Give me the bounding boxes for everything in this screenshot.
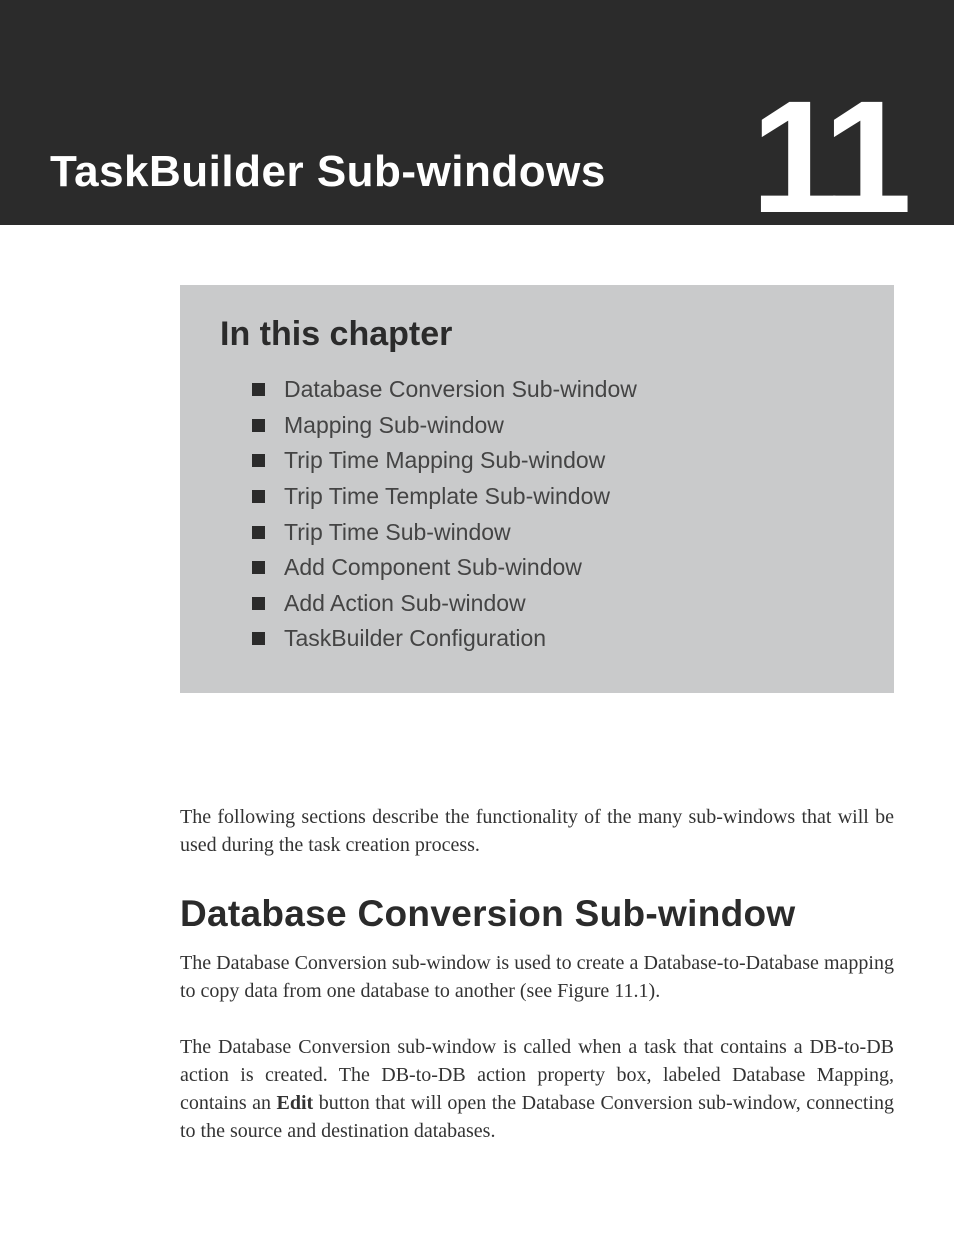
chapter-header: TaskBuilder Sub-windows 11 [0, 0, 954, 225]
list-item: Add Action Sub-window [252, 586, 864, 622]
list-item: TaskBuilder Configuration [252, 621, 864, 657]
chapter-number: 11 [751, 97, 904, 217]
body-paragraph-1: The Database Conversion sub-window is us… [180, 949, 894, 1005]
list-item: Add Component Sub-window [252, 550, 864, 586]
intro-paragraph: The following sections describe the func… [180, 803, 894, 859]
chapter-title: TaskBuilder Sub-windows [50, 147, 606, 197]
list-item: Trip Time Template Sub-window [252, 479, 864, 515]
list-item: Trip Time Sub-window [252, 515, 864, 551]
list-item: Database Conversion Sub-window [252, 372, 864, 408]
list-item: Trip Time Mapping Sub-window [252, 443, 864, 479]
in-this-chapter-heading: In this chapter [220, 315, 864, 354]
content-area: In this chapter Database Conversion Sub-… [0, 225, 954, 1233]
para2-bold: Edit [277, 1092, 314, 1114]
body-paragraph-2: The Database Conversion sub-window is ca… [180, 1033, 894, 1145]
list-item: Mapping Sub-window [252, 408, 864, 444]
in-this-chapter-box: In this chapter Database Conversion Sub-… [180, 285, 894, 693]
in-this-chapter-list: Database Conversion Sub-window Mapping S… [220, 372, 864, 657]
section-heading: Database Conversion Sub-window [180, 893, 894, 935]
